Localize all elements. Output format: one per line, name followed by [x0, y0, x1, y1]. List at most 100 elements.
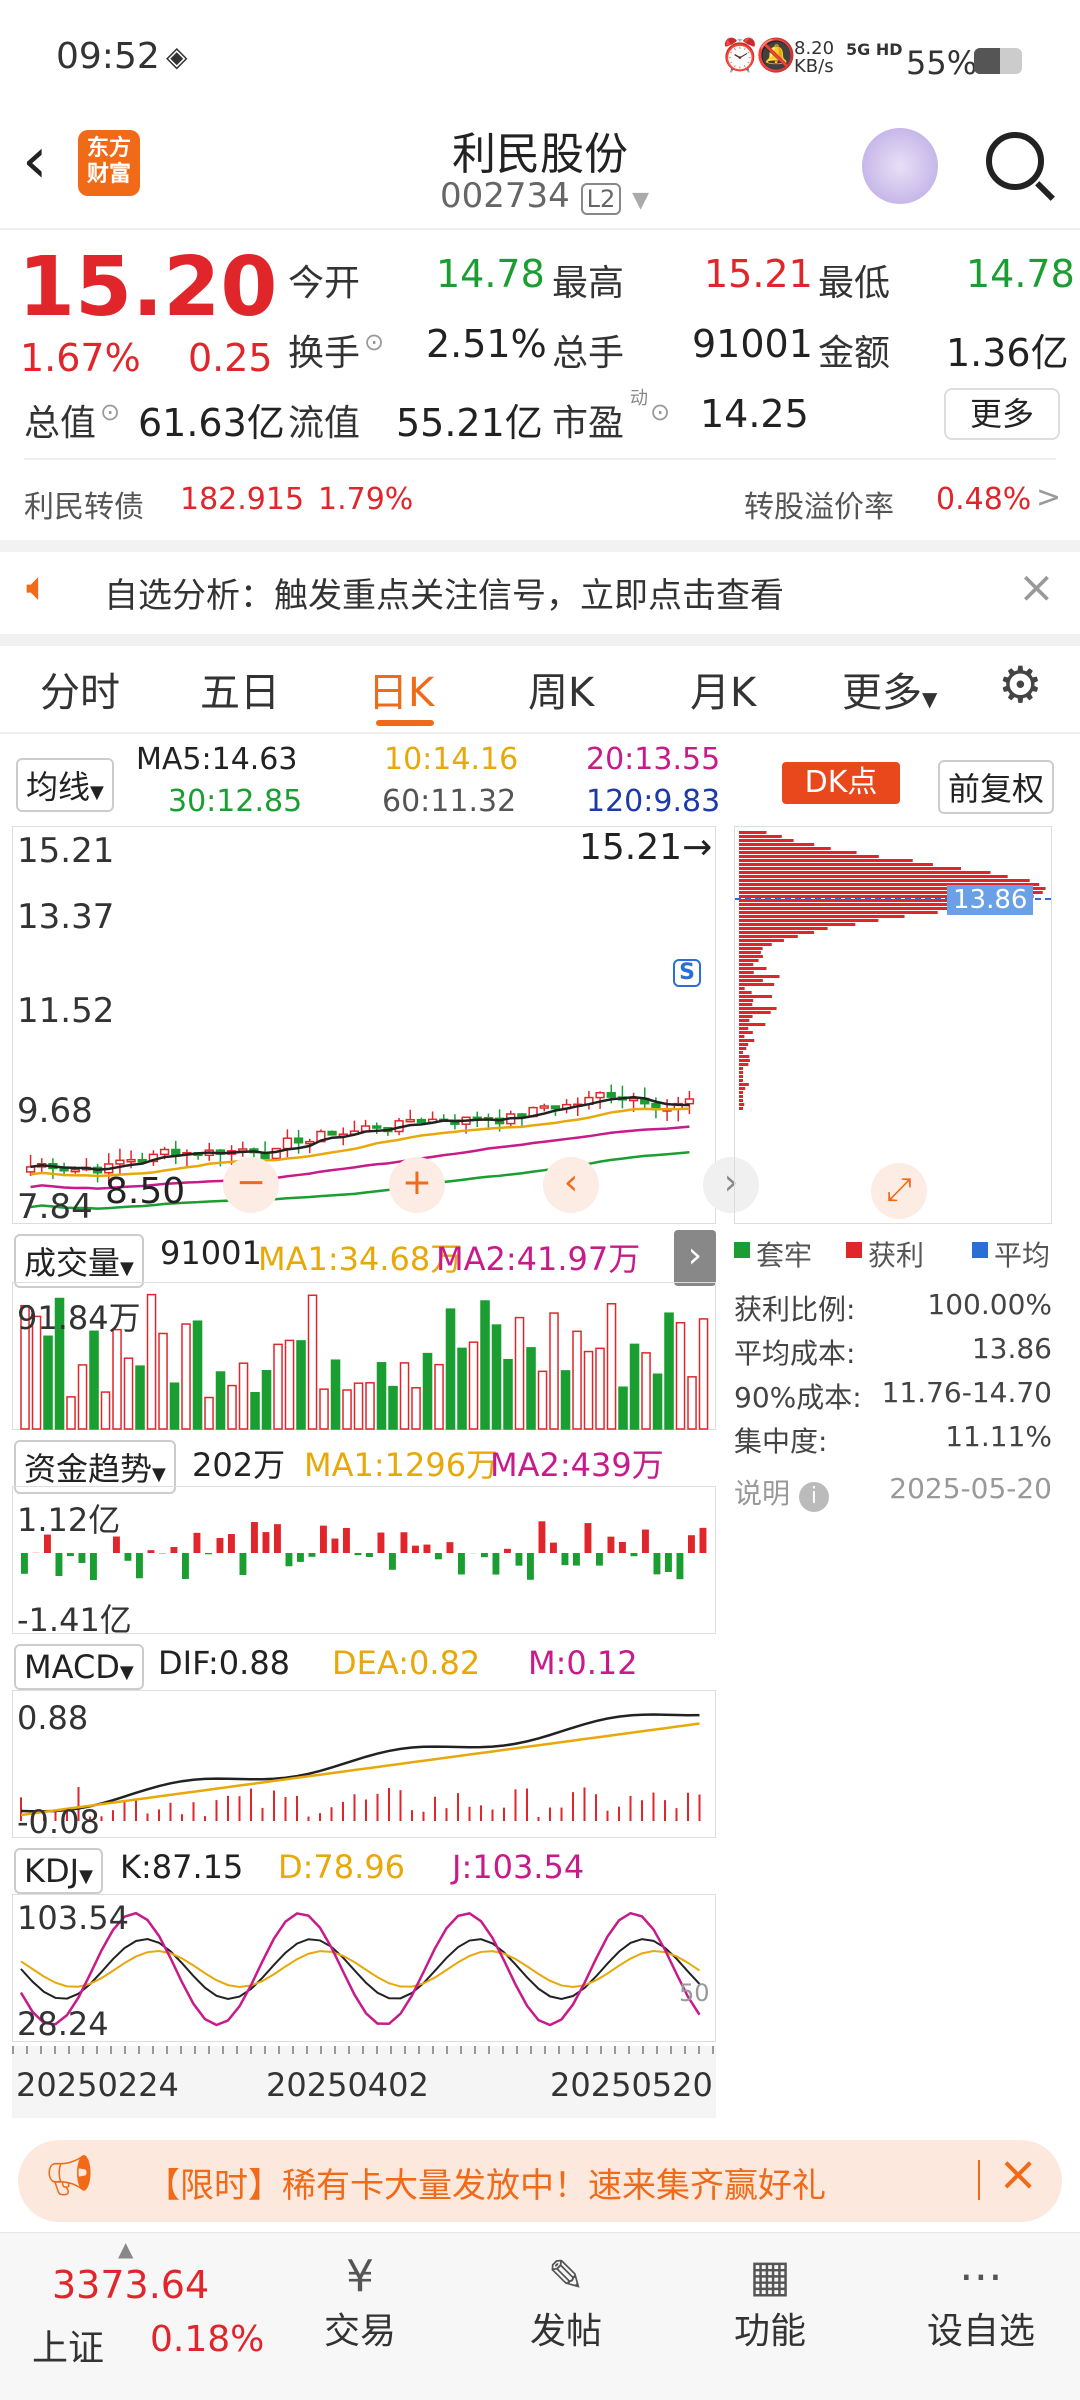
volume-bar	[376, 1362, 387, 1430]
kline-chart[interactable]: 15.21 13.37 11.52 9.68 7.84 15.21→ 8.50 …	[12, 826, 759, 1227]
search-icon[interactable]	[986, 132, 1044, 190]
nav-trade[interactable]: ¥ 交易	[300, 2251, 420, 2354]
volume-bar	[399, 1362, 410, 1430]
nav-add-watchlist[interactable]: ⋯ 设自选	[906, 2251, 1056, 2354]
nav-function[interactable]: ▦ 功能	[710, 2251, 830, 2354]
fund-bar	[550, 1542, 557, 1553]
fund-bar	[90, 1553, 97, 1580]
fund-bar	[147, 1550, 155, 1553]
adjust-button[interactable]: 前复权	[938, 760, 1055, 814]
volume-bar	[296, 1340, 306, 1430]
dk-button[interactable]: DK点	[782, 762, 900, 804]
chip-bar	[739, 963, 754, 966]
chip-bar	[739, 947, 763, 950]
notice-bar[interactable]: 🔈︎ 自选分析：触发重点关注信号，立即点击查看 ×	[0, 552, 1080, 632]
fund-bar	[515, 1553, 523, 1566]
fund-bar	[216, 1537, 224, 1553]
date-label: 20250520	[550, 2066, 713, 2104]
chip-bar	[739, 951, 761, 954]
tab-monthly[interactable]: 月K	[690, 660, 756, 718]
ma-selector[interactable]: 均线▼	[16, 758, 114, 812]
volume-bar	[606, 1303, 617, 1430]
settings-gear-icon[interactable]: ⚙	[998, 656, 1043, 714]
app-header: ‹ 东方 财富 利民股份 002734 L2 ▼	[0, 110, 1080, 230]
kdj-selector[interactable]: KDJ▼	[14, 1848, 103, 1894]
float-value: 55.21亿	[396, 401, 543, 445]
chip-bar	[739, 1011, 771, 1014]
scroll-left-button[interactable]: ‹	[543, 1157, 599, 1213]
candle	[405, 1118, 415, 1123]
fund-bar	[251, 1522, 258, 1553]
stock-code[interactable]: 002734 L2 ▼	[440, 176, 649, 216]
volume-bar	[388, 1385, 398, 1430]
candle	[550, 1105, 561, 1110]
volume-bar	[675, 1322, 686, 1430]
info-icon: i	[798, 1482, 829, 1512]
chip-bar	[739, 1055, 750, 1058]
tab-5day[interactable]: 五日	[200, 660, 280, 718]
volume-bar	[422, 1352, 433, 1430]
zoom-out-button[interactable]: −	[223, 1157, 279, 1213]
index-value[interactable]: 3373.64	[52, 2263, 209, 2307]
signal-s-icon[interactable]: S	[673, 959, 701, 987]
chip-bar	[739, 855, 879, 858]
info-icon[interactable]: ⊙	[650, 398, 670, 426]
candle	[282, 1137, 293, 1150]
status-time: 09:52	[56, 36, 160, 77]
fund-bar	[297, 1553, 304, 1562]
candle	[517, 1113, 527, 1118]
volume-bar	[330, 1359, 341, 1430]
more-dots-icon: ⋯	[959, 2251, 1003, 2302]
volume-bar	[307, 1294, 318, 1430]
volume-bar	[123, 1357, 134, 1430]
volume-bar	[629, 1343, 640, 1430]
macd-selector[interactable]: MACD▼	[14, 1644, 144, 1690]
alarm-icon: ⏰	[720, 36, 760, 74]
volume-selector[interactable]: 成交量▼	[14, 1234, 144, 1288]
volume-bar	[353, 1382, 364, 1430]
close-icon[interactable]: ×	[998, 2146, 1038, 2202]
promo-banner[interactable]: 📢︎ 【限时】稀有卡大量发放中！速来集齐赢好礼 ×	[18, 2140, 1062, 2222]
volume-bar	[503, 1358, 513, 1430]
collapse-panel-button[interactable]: ›	[674, 1230, 716, 1286]
expand-icon[interactable]: ⤢	[871, 1163, 927, 1219]
chip-bar	[739, 1027, 749, 1030]
status-bar: 09:52 ◈ ⏰ 🔕 8.20 KB/s 5G HD 55%	[0, 0, 1080, 110]
index-name[interactable]: 上证	[32, 2319, 104, 2371]
fund-legend: 资金趋势▼ 202万 MA1:1296万 MA2:439万	[0, 1436, 720, 1494]
volume-bar	[698, 1318, 709, 1430]
chip-bar	[739, 1047, 747, 1050]
tab-more[interactable]: 更多▼	[842, 660, 937, 718]
tab-minute[interactable]: 分时	[40, 660, 120, 718]
tab-daily[interactable]: 日K	[368, 660, 434, 718]
more-button[interactable]: 更多	[944, 388, 1060, 440]
bond-row[interactable]: 利民转债 182.915 1.79% 转股溢价率 0.48% >	[0, 470, 1080, 530]
chip-bar	[739, 1015, 753, 1018]
fund-bar	[435, 1553, 442, 1560]
index-pct[interactable]: 0.18%	[150, 2319, 264, 2360]
avg-cost-tag: 13.86	[947, 885, 1034, 915]
fund-bar	[619, 1541, 626, 1553]
chip-bar	[739, 1035, 745, 1038]
robot-avatar-icon[interactable]	[862, 128, 938, 204]
chip-bar	[739, 1003, 753, 1006]
close-icon[interactable]: ×	[1018, 562, 1055, 613]
chip-note[interactable]: 说明 i	[734, 1472, 829, 1516]
chevron-up-icon[interactable]: ▲	[118, 2237, 133, 2261]
candle	[606, 1092, 616, 1098]
tab-weekly[interactable]: 周K	[528, 660, 594, 718]
info-icon[interactable]: ⊙	[364, 328, 384, 356]
volume-bar	[215, 1371, 226, 1430]
volume-bar	[652, 1373, 663, 1430]
volume-bar	[261, 1370, 272, 1430]
chip-bar	[739, 1107, 743, 1110]
max-price-label: 15.21→	[579, 827, 713, 868]
chip-date: 2025-05-20	[889, 1472, 1052, 1505]
chip-bar	[739, 859, 913, 862]
kdj-chart: 103.54 28.24 50	[12, 1894, 716, 2043]
chip-bar	[739, 979, 763, 982]
nav-post[interactable]: ✎ 发帖	[506, 2251, 626, 2354]
kline-axis-tick: 9.68	[17, 1091, 93, 1131]
info-icon[interactable]: ⊙	[100, 398, 120, 426]
zoom-in-button[interactable]: +	[389, 1157, 445, 1213]
